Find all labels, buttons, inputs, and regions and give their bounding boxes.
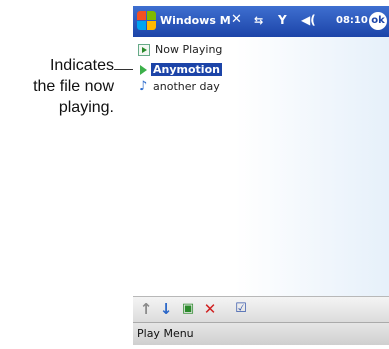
- track-title: another day: [153, 80, 220, 93]
- now-playing-list-icon: [138, 44, 150, 56]
- playlist-pane: Now Playing Anymotion ♪ another day: [133, 37, 389, 296]
- sync-icon[interactable]: ⇆: [254, 14, 263, 27]
- delete-icon[interactable]: ✕: [201, 300, 219, 318]
- window-title: Windows M: [160, 14, 231, 27]
- now-playing-arrow-icon: [138, 65, 148, 75]
- playlist-header: Now Playing: [133, 40, 389, 58]
- menu-softkey[interactable]: Menu: [163, 327, 193, 340]
- annotation-callout: Indicates the file now playing.: [14, 55, 114, 118]
- toolbar: ↑ ↓ ▣ ✕ ☑: [133, 296, 389, 322]
- play-softkey[interactable]: Play: [137, 327, 160, 340]
- music-note-icon: ♪: [139, 79, 148, 94]
- title-bar: Windows M ✕ ⇆ Y ◀( 08:10 ok: [133, 6, 389, 37]
- move-down-icon[interactable]: ↓: [157, 300, 175, 318]
- annotation-line: Indicates: [49, 57, 114, 74]
- playlist-item[interactable]: ♪ another day: [137, 79, 387, 95]
- playlist-item[interactable]: Anymotion: [137, 62, 387, 78]
- annotation-line: playing.: [58, 99, 114, 116]
- softkey-bar: Play Menu: [133, 322, 389, 345]
- windows-logo-icon[interactable]: [137, 11, 157, 31]
- annotation-line: the file now: [33, 78, 114, 95]
- ok-button[interactable]: ok: [369, 12, 387, 30]
- device-screen: Windows M ✕ ⇆ Y ◀( 08:10 ok Now Playing …: [133, 6, 389, 345]
- playlist-title: Now Playing: [155, 43, 223, 56]
- track-title: Anymotion: [151, 63, 222, 76]
- add-icon[interactable]: ▣: [179, 300, 197, 318]
- properties-icon[interactable]: ☑: [232, 300, 250, 318]
- move-up-icon[interactable]: ↑: [137, 300, 155, 318]
- clock[interactable]: 08:10: [336, 15, 368, 26]
- softkey-labels: Play Menu: [137, 327, 194, 340]
- volume-icon[interactable]: ◀(: [301, 13, 316, 27]
- signal-icon[interactable]: Y: [278, 13, 287, 27]
- connectivity-icon[interactable]: ✕: [231, 12, 242, 27]
